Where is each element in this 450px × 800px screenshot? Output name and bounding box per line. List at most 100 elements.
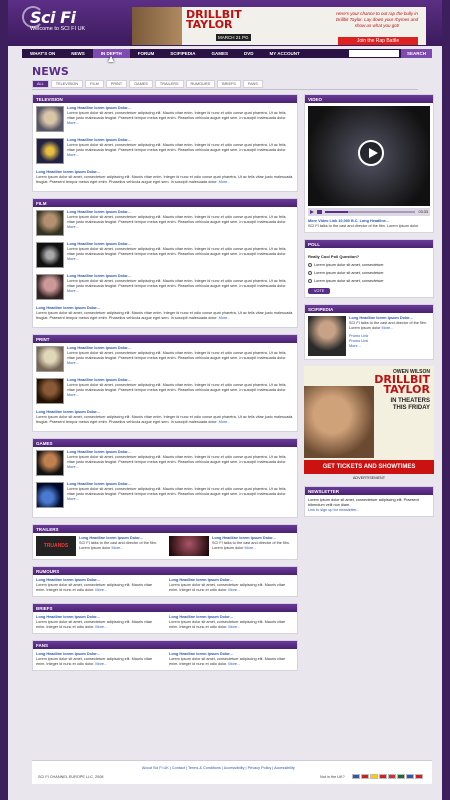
more-link[interactable]: More... bbox=[228, 588, 240, 592]
volume-icon[interactable] bbox=[317, 210, 322, 214]
more-link[interactable]: More... bbox=[67, 225, 79, 229]
site-header: Sci Fi Welcome to SCI FI UK DRILLBIT TAY… bbox=[8, 0, 442, 46]
story-thumbnail[interactable] bbox=[36, 274, 64, 300]
site-footer: About Sci Fi UK | Contact | Terms & Cond… bbox=[32, 760, 432, 784]
poll-option[interactable]: Lorem ipsum dolor sit amet, consectetuer bbox=[308, 263, 430, 267]
trailer-thumbnail[interactable] bbox=[169, 536, 209, 556]
more-link[interactable]: More... bbox=[95, 588, 107, 592]
more-link[interactable]: More... bbox=[245, 546, 257, 550]
cursor-icon bbox=[108, 56, 114, 62]
story-text: Long Headline lorem Ipsum Dolor... SCI F… bbox=[79, 536, 161, 556]
flag-icon[interactable] bbox=[370, 774, 378, 779]
flag-icon[interactable] bbox=[352, 774, 360, 779]
more-link[interactable]: More... bbox=[95, 625, 107, 629]
subnav-television[interactable]: TELEVISION bbox=[50, 80, 84, 88]
poll-option[interactable]: Lorem ipsum dolor sit amet, consectetuer bbox=[308, 279, 430, 283]
ad-people-image bbox=[132, 7, 182, 45]
story-thumbnail[interactable] bbox=[36, 106, 64, 132]
footer-links[interactable]: About Sci Fi UK | Contact | Terms & Cond… bbox=[142, 766, 295, 770]
story-text: Long Headline lorem Ipsum Dolor... Lorem… bbox=[67, 482, 294, 510]
poll-option-label: Lorem ipsum dolor sit amet, consectetuer bbox=[314, 279, 384, 283]
flag-icon[interactable] bbox=[361, 774, 369, 779]
trailers-section: TRAILERS TRUANDS Long Headline lorem Ips… bbox=[32, 524, 298, 560]
ad-cta-button[interactable]: Join the Rap Battle bbox=[338, 37, 418, 45]
radio-button[interactable] bbox=[308, 279, 312, 283]
more-link[interactable]: More... bbox=[67, 121, 79, 125]
film-section: FILM Long Headline lorem Ipsum Dolor... … bbox=[32, 198, 298, 328]
more-link[interactable]: More... bbox=[67, 361, 79, 365]
fans-section: FANS Long Headline lorem Ipsum Dolor... … bbox=[32, 640, 298, 671]
subnav-briefs[interactable]: BRIEFS bbox=[217, 80, 241, 88]
nav-scifipedia[interactable]: SCIFIPEDIA bbox=[162, 49, 203, 58]
ad-tickets-button[interactable]: GET TICKETS AND SHOWTIMES bbox=[304, 460, 434, 474]
story-thumbnail[interactable] bbox=[36, 242, 64, 268]
radio-button[interactable] bbox=[308, 263, 312, 267]
nav-dvd[interactable]: DVD bbox=[236, 49, 262, 58]
site-logo[interactable]: Sci Fi Welcome to SCI FI UK bbox=[30, 8, 85, 32]
flag-icon[interactable] bbox=[379, 774, 387, 779]
section-heading: BRIEFS bbox=[33, 604, 297, 612]
search-input[interactable] bbox=[348, 50, 399, 57]
more-link[interactable]: More... bbox=[112, 546, 124, 550]
more-link[interactable]: More... bbox=[67, 393, 79, 397]
story-body: Lorem ipsum dolor sit amet, consectetuer… bbox=[67, 215, 287, 224]
list-item: Long Headline lorem Ipsum Dolor... Lorem… bbox=[36, 242, 294, 270]
subnav-trailers[interactable]: TRAILERS bbox=[154, 80, 184, 88]
video-scrubber[interactable] bbox=[325, 211, 416, 213]
promo-more-link[interactable]: More... bbox=[349, 344, 430, 349]
more-link[interactable]: More... bbox=[67, 497, 79, 501]
more-link[interactable]: More... bbox=[219, 316, 231, 320]
ad-subtitle: IN THEATERS THIS FRIDAY bbox=[390, 398, 430, 412]
subnav-all[interactable]: ALL bbox=[32, 80, 49, 88]
vote-button[interactable]: VOTE bbox=[308, 288, 331, 294]
nav-news[interactable]: NEWS bbox=[63, 49, 93, 58]
subnav-fans[interactable]: FANS bbox=[242, 80, 263, 88]
more-link[interactable]: More... bbox=[219, 420, 231, 424]
more-link[interactable]: More... bbox=[382, 326, 394, 330]
video-player[interactable] bbox=[308, 106, 430, 206]
play-small-icon[interactable] bbox=[310, 210, 314, 214]
sidebar-ad[interactable]: OWEN WILSON DRILLBIT TAYLOR IN THEATERS … bbox=[304, 366, 434, 474]
story-thumbnail[interactable] bbox=[36, 346, 64, 372]
story-thumbnail[interactable] bbox=[36, 378, 64, 404]
scifipedia-widget: SCIFIPEDIA Long Headline lorem Ipsum Dol… bbox=[304, 304, 434, 360]
newsletter-signup-link[interactable]: Link to sign up for newsletter... bbox=[308, 508, 430, 513]
flag-icon[interactable] bbox=[415, 774, 423, 779]
more-link[interactable]: More... bbox=[67, 289, 79, 293]
subnav-film[interactable]: FILM bbox=[85, 80, 104, 88]
radio-button[interactable] bbox=[308, 271, 312, 275]
more-link[interactable]: More... bbox=[95, 662, 107, 666]
list-item: Long Headline lorem Ipsum Dolor... Lorem… bbox=[36, 578, 161, 593]
story-thumbnail[interactable] bbox=[36, 138, 64, 164]
nav-my-account[interactable]: MY ACCOUNT bbox=[262, 49, 308, 58]
more-link[interactable]: More... bbox=[67, 257, 79, 261]
story-thumbnail[interactable] bbox=[36, 210, 64, 236]
subnav-print[interactable]: PRINT bbox=[105, 80, 128, 88]
story-thumbnail[interactable] bbox=[36, 450, 64, 476]
section-body: Long Headline lorem Ipsum Dolor... Lorem… bbox=[33, 575, 297, 596]
story-thumbnail[interactable] bbox=[36, 482, 64, 508]
search-button[interactable]: SEARCH bbox=[400, 49, 432, 58]
scifipedia-thumbnail[interactable] bbox=[308, 316, 346, 356]
ad-title: DRILLBIT TAYLOR bbox=[374, 374, 430, 395]
more-link[interactable]: More... bbox=[228, 662, 240, 666]
header-ad-banner[interactable]: DRILLBIT TAYLOR MARCH 21 PG Here's your … bbox=[132, 7, 426, 45]
more-link[interactable]: More... bbox=[228, 625, 240, 629]
nav-forum[interactable]: FORUM bbox=[130, 49, 163, 58]
list-item: Long Headline lorem Ipsum Dolor... Lorem… bbox=[36, 346, 294, 374]
nav-whats-on[interactable]: WHAT'S ON bbox=[22, 49, 63, 58]
subnav-games[interactable]: GAMES bbox=[129, 80, 153, 88]
subnav-rumours[interactable]: RUMOURS bbox=[185, 80, 216, 88]
trailer-thumbnail[interactable]: TRUANDS bbox=[36, 536, 76, 556]
more-link[interactable]: More... bbox=[67, 153, 79, 157]
more-link[interactable]: More... bbox=[219, 180, 231, 184]
ad-title: DRILLBIT TAYLOR bbox=[186, 9, 242, 30]
more-link[interactable]: More... bbox=[67, 465, 79, 469]
flag-icon[interactable] bbox=[397, 774, 405, 779]
play-icon[interactable] bbox=[358, 140, 384, 166]
nav-games[interactable]: GAMES bbox=[204, 49, 237, 58]
flag-icon[interactable] bbox=[406, 774, 414, 779]
flag-icon[interactable] bbox=[388, 774, 396, 779]
poll-option[interactable]: Lorem ipsum dolor sit amet, consectetuer bbox=[308, 271, 430, 275]
list-item: Long Headline lorem Ipsum Dolor... Lorem… bbox=[36, 410, 294, 425]
